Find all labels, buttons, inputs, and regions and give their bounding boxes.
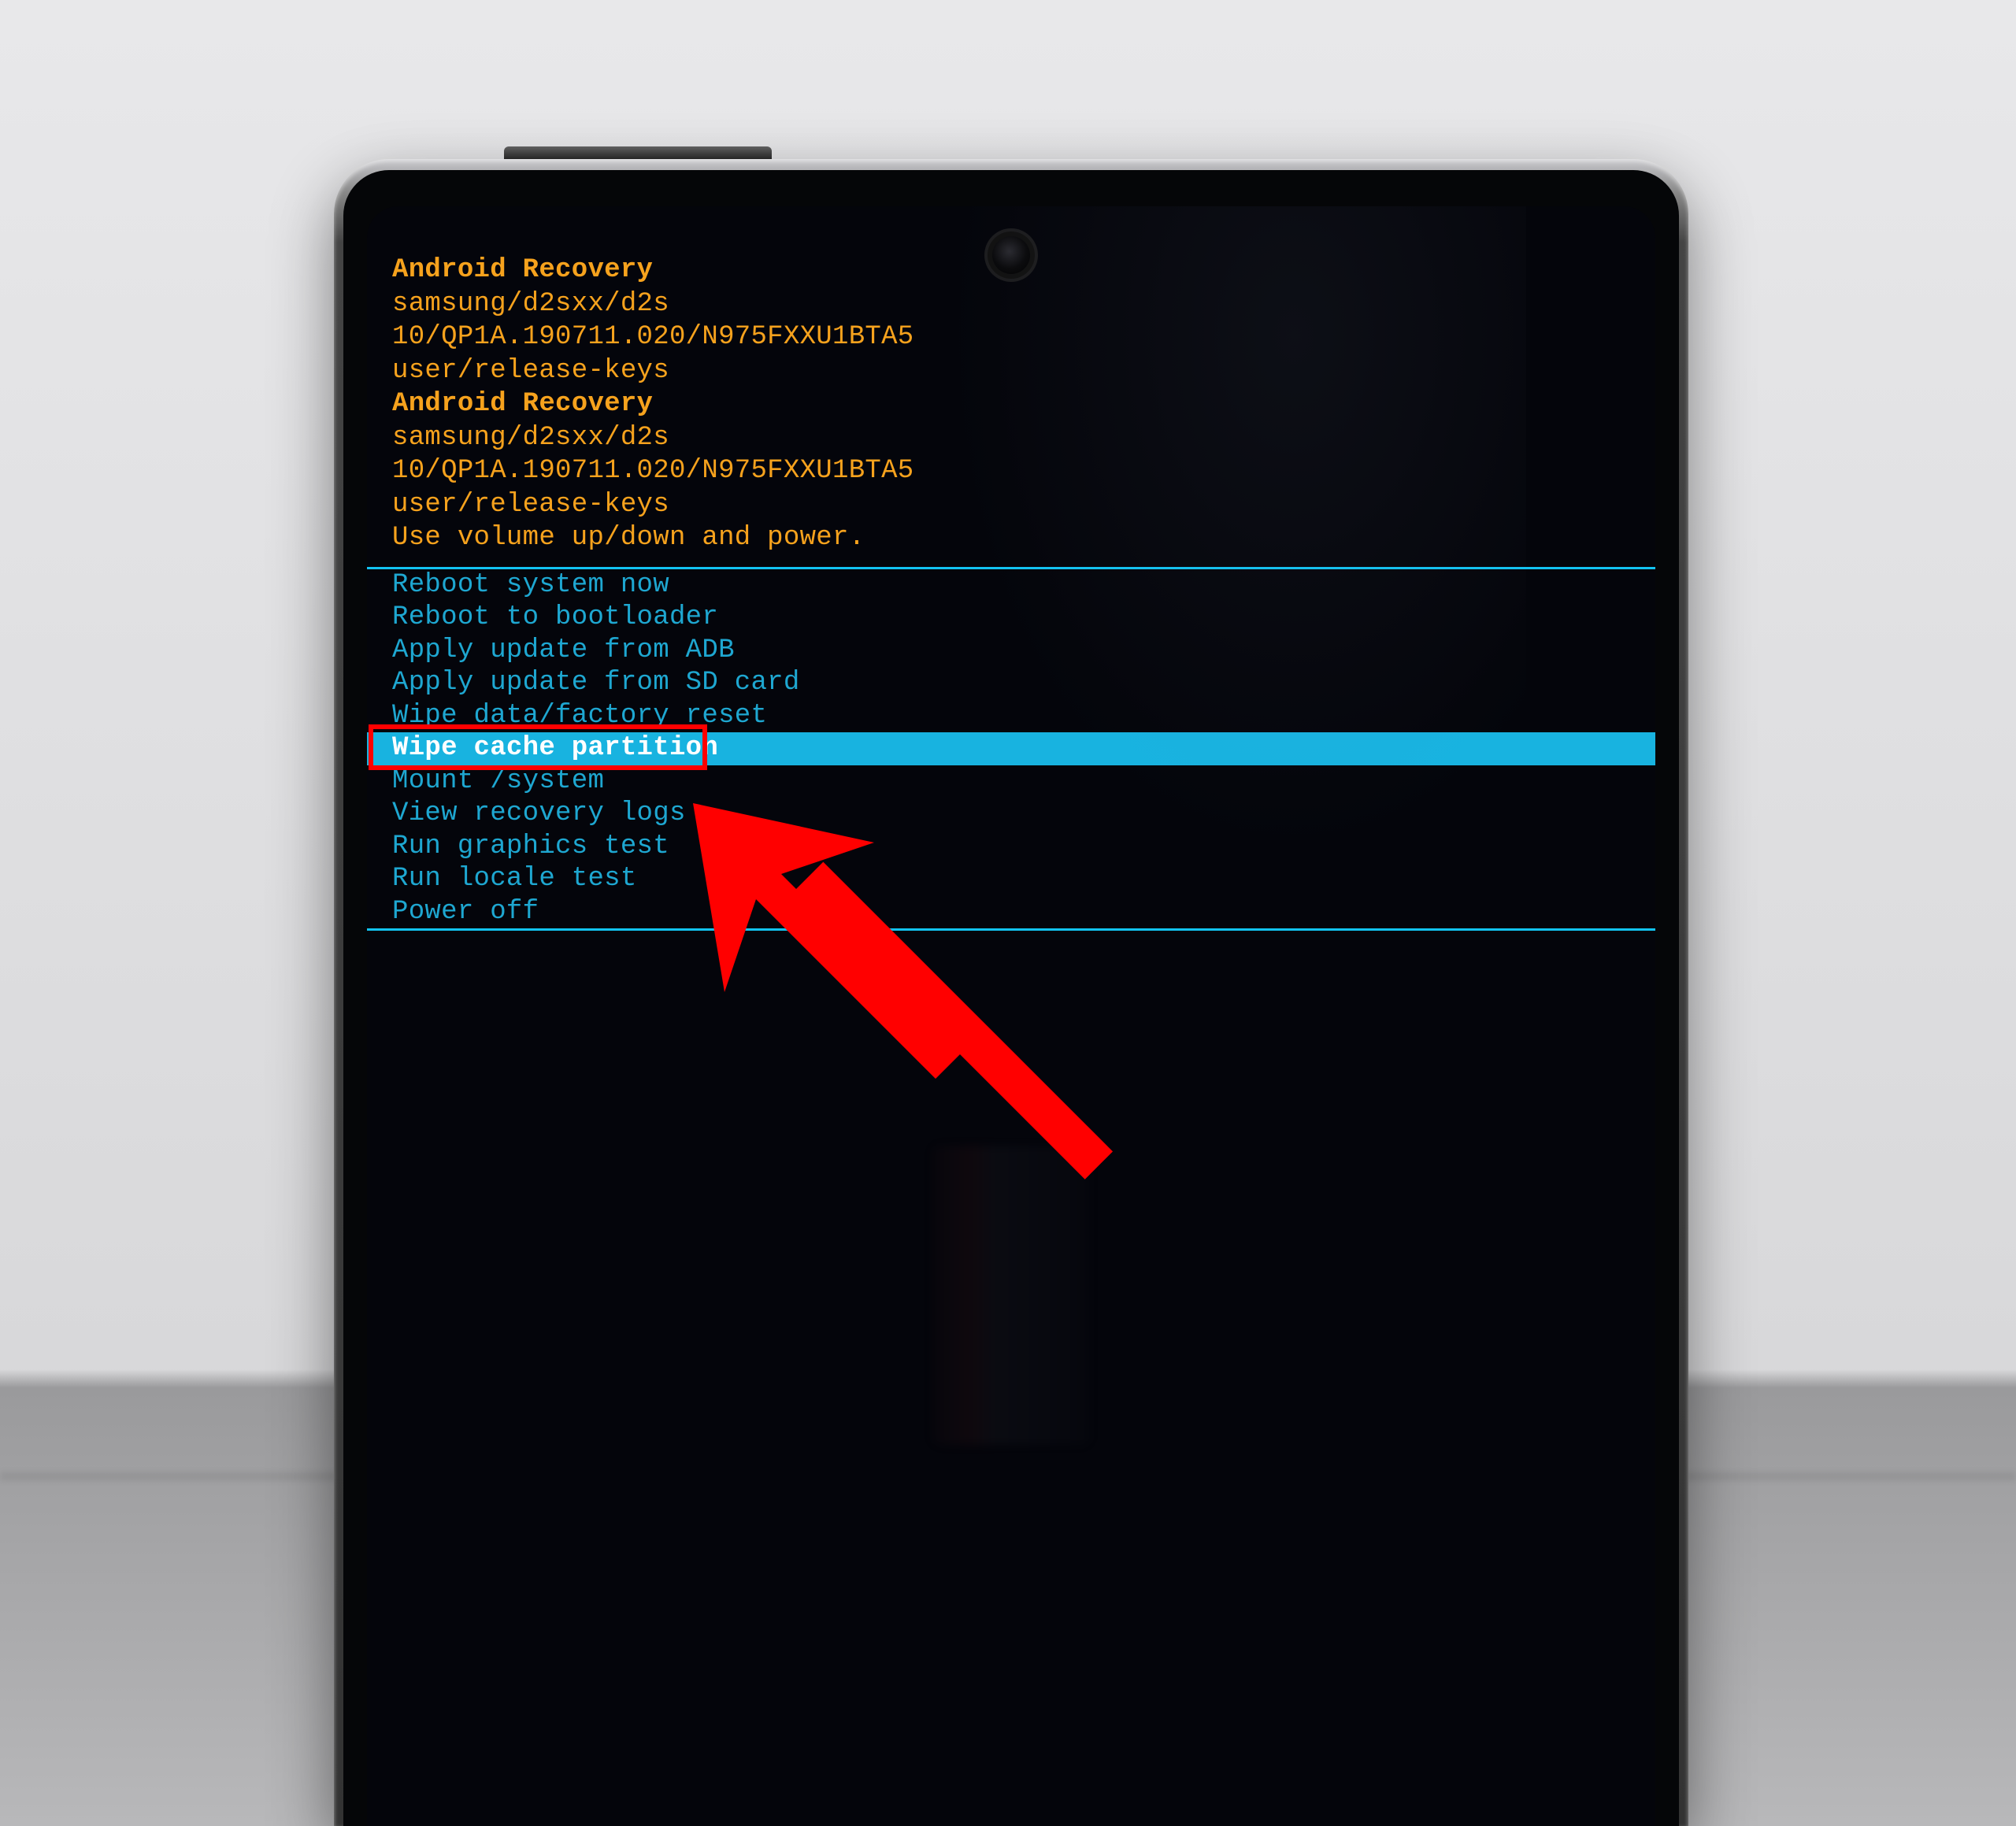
- phone-bezel: Android Recovery samsung/d2sxx/d2s 10/QP…: [343, 170, 1679, 1826]
- menu-item-apply-update-from-adb[interactable]: Apply update from ADB: [367, 635, 1655, 667]
- menu-item-view-recovery-logs[interactable]: View recovery logs: [367, 798, 1655, 830]
- recovery-keys-2: user/release-keys: [392, 488, 914, 522]
- menu-item-run-locale-test[interactable]: Run locale test: [367, 863, 1655, 895]
- recovery-keys-1: user/release-keys: [392, 354, 914, 388]
- front-camera-icon: [992, 236, 1030, 274]
- menu-item-run-graphics-test[interactable]: Run graphics test: [367, 831, 1655, 863]
- recovery-hint: Use volume up/down and power.: [392, 521, 914, 555]
- recovery-menu: Reboot system nowReboot to bootloaderApp…: [367, 567, 1655, 931]
- recovery-title-2: Android Recovery: [392, 387, 914, 421]
- menu-item-wipe-cache-partition[interactable]: Wipe cache partition: [367, 732, 1655, 765]
- menu-item-reboot-to-bootloader[interactable]: Reboot to bootloader: [367, 602, 1655, 634]
- phone-body: Android Recovery samsung/d2sxx/d2s 10/QP…: [334, 159, 1688, 1826]
- photo-stage: Android Recovery samsung/d2sxx/d2s 10/QP…: [0, 0, 2016, 1826]
- recovery-device-1: samsung/d2sxx/d2s: [392, 287, 914, 321]
- recovery-build-2: 10/QP1A.190711.020/N975FXXU1BTA5: [392, 454, 914, 488]
- recovery-device-2: samsung/d2sxx/d2s: [392, 421, 914, 455]
- menu-item-power-off[interactable]: Power off: [367, 896, 1655, 928]
- recovery-screen: Android Recovery samsung/d2sxx/d2s 10/QP…: [367, 206, 1655, 1826]
- menu-item-apply-update-from-sd-card[interactable]: Apply update from SD card: [367, 667, 1655, 699]
- menu-item-wipe-data-factory-reset[interactable]: Wipe data/factory reset: [367, 700, 1655, 732]
- menu-item-reboot-system-now[interactable]: Reboot system now: [367, 569, 1655, 602]
- screen-reflection: [932, 1146, 1090, 1445]
- recovery-title-1: Android Recovery: [392, 254, 914, 287]
- recovery-build-1: 10/QP1A.190711.020/N975FXXU1BTA5: [392, 320, 914, 354]
- recovery-header: Android Recovery samsung/d2sxx/d2s 10/QP…: [392, 254, 914, 555]
- menu-item-mount-system[interactable]: Mount /system: [367, 765, 1655, 798]
